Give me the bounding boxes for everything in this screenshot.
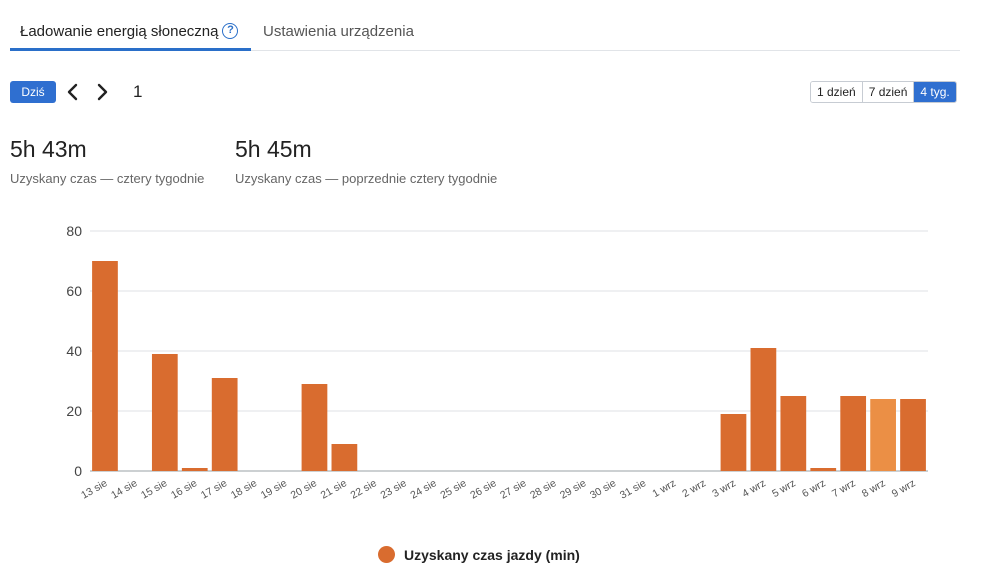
chart-bar[interactable] xyxy=(900,399,926,471)
previous-period-button[interactable] xyxy=(64,80,82,104)
chart-bar[interactable] xyxy=(750,348,777,471)
x-tick-label: 29 sie xyxy=(558,477,588,501)
x-tick-label: 22 sie xyxy=(349,477,379,501)
previous-period-label: Uzyskany czas — poprzednie cztery tygodn… xyxy=(235,171,498,186)
chart-bar[interactable] xyxy=(92,261,118,471)
current-period-label: Uzyskany czas — cztery tygodnie xyxy=(10,171,205,186)
y-tick-label: 40 xyxy=(66,343,82,359)
chevron-right-icon xyxy=(97,83,108,101)
page-number: 1 xyxy=(133,82,143,101)
previous-period-stat: 5h 45m Uzyskany czas — poprzednie cztery… xyxy=(235,136,497,186)
x-tick-label: 7 wrz xyxy=(830,477,858,500)
chart-bar[interactable] xyxy=(810,468,837,471)
x-tick-label: 5 wrz xyxy=(770,477,798,500)
y-tick-label: 0 xyxy=(74,463,82,479)
x-tick-label: 3 wrz xyxy=(710,477,738,500)
x-tick-label: 2 wrz xyxy=(680,477,708,500)
x-tick-label: 17 sie xyxy=(199,477,229,501)
chart-bar[interactable] xyxy=(720,414,747,471)
x-tick-label: 30 sie xyxy=(588,477,618,501)
tab-solar-charging[interactable]: Ładowanie energią słoneczną? xyxy=(10,14,251,51)
x-tick-label: 15 sie xyxy=(139,477,169,501)
range-1-day-button[interactable]: 1 dzień xyxy=(811,82,863,102)
x-tick-label: 19 sie xyxy=(259,477,289,501)
x-tick-label: 16 sie xyxy=(169,477,199,501)
x-tick-label: 6 wrz xyxy=(800,477,828,500)
help-icon[interactable]: ? xyxy=(222,23,239,40)
current-period-stat: 5h 43m Uzyskany czas — cztery tygodnie xyxy=(10,136,204,186)
x-tick-label: 28 sie xyxy=(528,477,558,501)
x-tick-label: 23 sie xyxy=(378,477,408,501)
tab-device-settings[interactable]: Ustawienia urządzenia xyxy=(263,14,414,51)
x-tick-label: 31 sie xyxy=(618,477,648,501)
previous-period-value: 5h 45m xyxy=(235,136,312,162)
driving-time-bar-chart: 02040608013 sie 14 sie 15 sie 16 sie 17 sie 1… xyxy=(66,223,928,502)
range-7-day-button[interactable]: 7 dzień xyxy=(862,82,915,102)
range-selector: 1 dzień 7 dzień 4 tyg. xyxy=(810,81,957,103)
today-button[interactable]: Dziś xyxy=(10,81,56,103)
chevron-left-icon xyxy=(67,83,78,101)
y-tick-label: 80 xyxy=(66,223,82,239)
tab-bar: Ładowanie energią słoneczną? Ustawienia … xyxy=(10,14,960,51)
x-tick-label: 26 sie xyxy=(468,477,498,501)
x-tick-label: 21 sie xyxy=(319,477,349,501)
x-tick-label: 27 sie xyxy=(498,477,528,501)
chart-bar[interactable] xyxy=(151,354,178,471)
chart-bar[interactable] xyxy=(301,384,328,471)
x-tick-label: 20 sie xyxy=(289,477,319,501)
chart-legend: Uzyskany czas jazdy (min) xyxy=(378,546,580,563)
x-tick-label: 24 sie xyxy=(408,477,438,501)
chart-bar[interactable] xyxy=(780,396,807,471)
chart-bar[interactable] xyxy=(181,468,208,471)
x-tick-label: 8 wrz xyxy=(860,477,888,500)
x-tick-label: 9 wrz xyxy=(890,477,918,500)
legend-label: Uzyskany czas jazdy (min) xyxy=(404,546,580,563)
y-tick-label: 20 xyxy=(66,403,82,419)
range-4-week-button[interactable]: 4 tyg. xyxy=(914,82,956,102)
tab-solar-charging-label: Ładowanie energią słoneczną xyxy=(20,23,219,40)
next-period-button[interactable] xyxy=(93,80,111,104)
x-tick-label: 4 wrz xyxy=(740,477,768,500)
chart-bar[interactable] xyxy=(840,396,867,471)
x-tick-label: 13 sie xyxy=(79,477,109,501)
x-tick-label: 1 wrz xyxy=(650,477,678,500)
chart-bar[interactable] xyxy=(211,378,238,471)
x-tick-label: 25 sie xyxy=(438,477,468,501)
x-tick-label: 18 sie xyxy=(229,477,259,501)
chart-bar[interactable] xyxy=(331,444,358,471)
legend-swatch xyxy=(378,546,395,563)
x-tick-label: 14 sie xyxy=(109,477,139,501)
current-period-value: 5h 43m xyxy=(10,136,87,162)
y-tick-label: 60 xyxy=(66,283,82,299)
chart-bar[interactable] xyxy=(870,399,896,471)
